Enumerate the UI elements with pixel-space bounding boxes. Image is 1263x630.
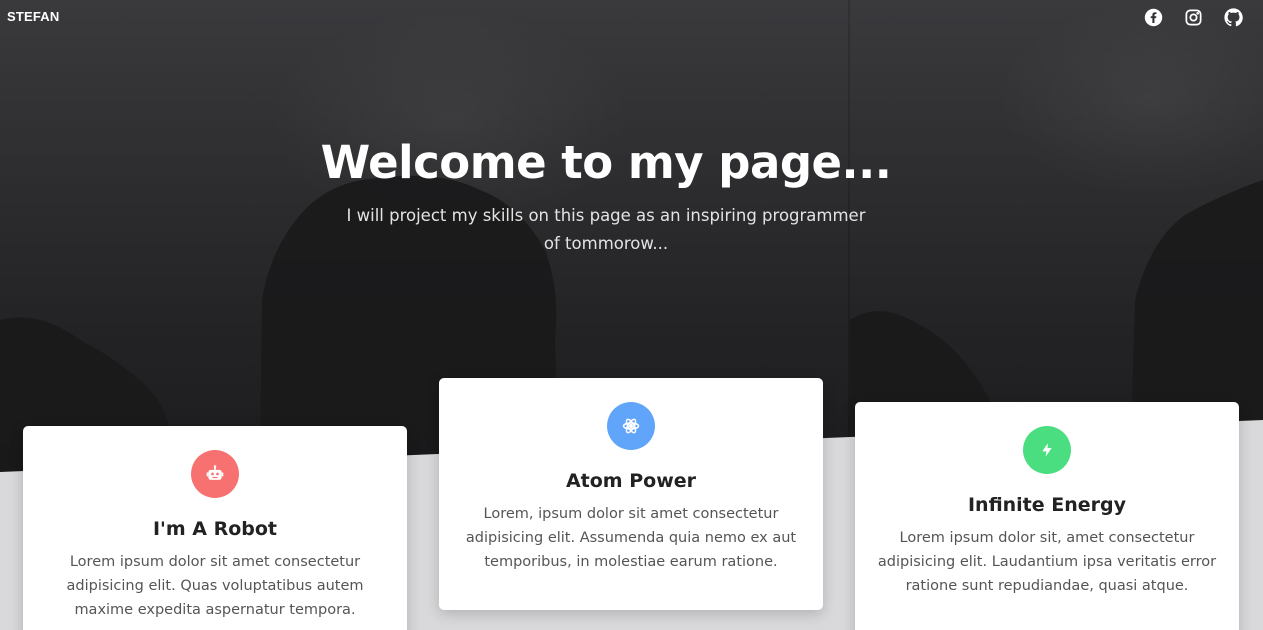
feature-card-robot: I'm A Robot Lorem ipsum dolor sit amet c…	[23, 426, 407, 630]
card-title: Atom Power	[565, 470, 697, 492]
hero-subtitle: I will project my skills on this page as…	[346, 206, 866, 253]
social-links	[1144, 8, 1243, 27]
github-icon[interactable]	[1224, 8, 1243, 27]
card-text: Lorem ipsum dolor sit, amet consectetur …	[877, 530, 1217, 594]
card-title: Infinite Energy	[967, 494, 1127, 516]
atom-icon	[607, 402, 655, 450]
card-text: Lorem ipsum dolor sit amet consectetur a…	[66, 554, 364, 618]
robot-icon	[191, 450, 239, 498]
bolt-icon	[1023, 426, 1071, 474]
site-brand-logo[interactable]: STEFAN	[7, 9, 59, 24]
hero-title: Welcome to my page...	[320, 136, 892, 189]
feature-card-energy: Infinite Energy Lorem ipsum dolor sit, a…	[855, 402, 1239, 630]
facebook-icon[interactable]	[1144, 8, 1163, 27]
instagram-icon[interactable]	[1184, 8, 1203, 27]
card-title: I'm A Robot	[152, 518, 278, 540]
card-text: Lorem, ipsum dolor sit amet consectetur …	[465, 506, 797, 570]
feature-card-atom: Atom Power Lorem, ipsum dolor sit amet c…	[439, 378, 823, 610]
